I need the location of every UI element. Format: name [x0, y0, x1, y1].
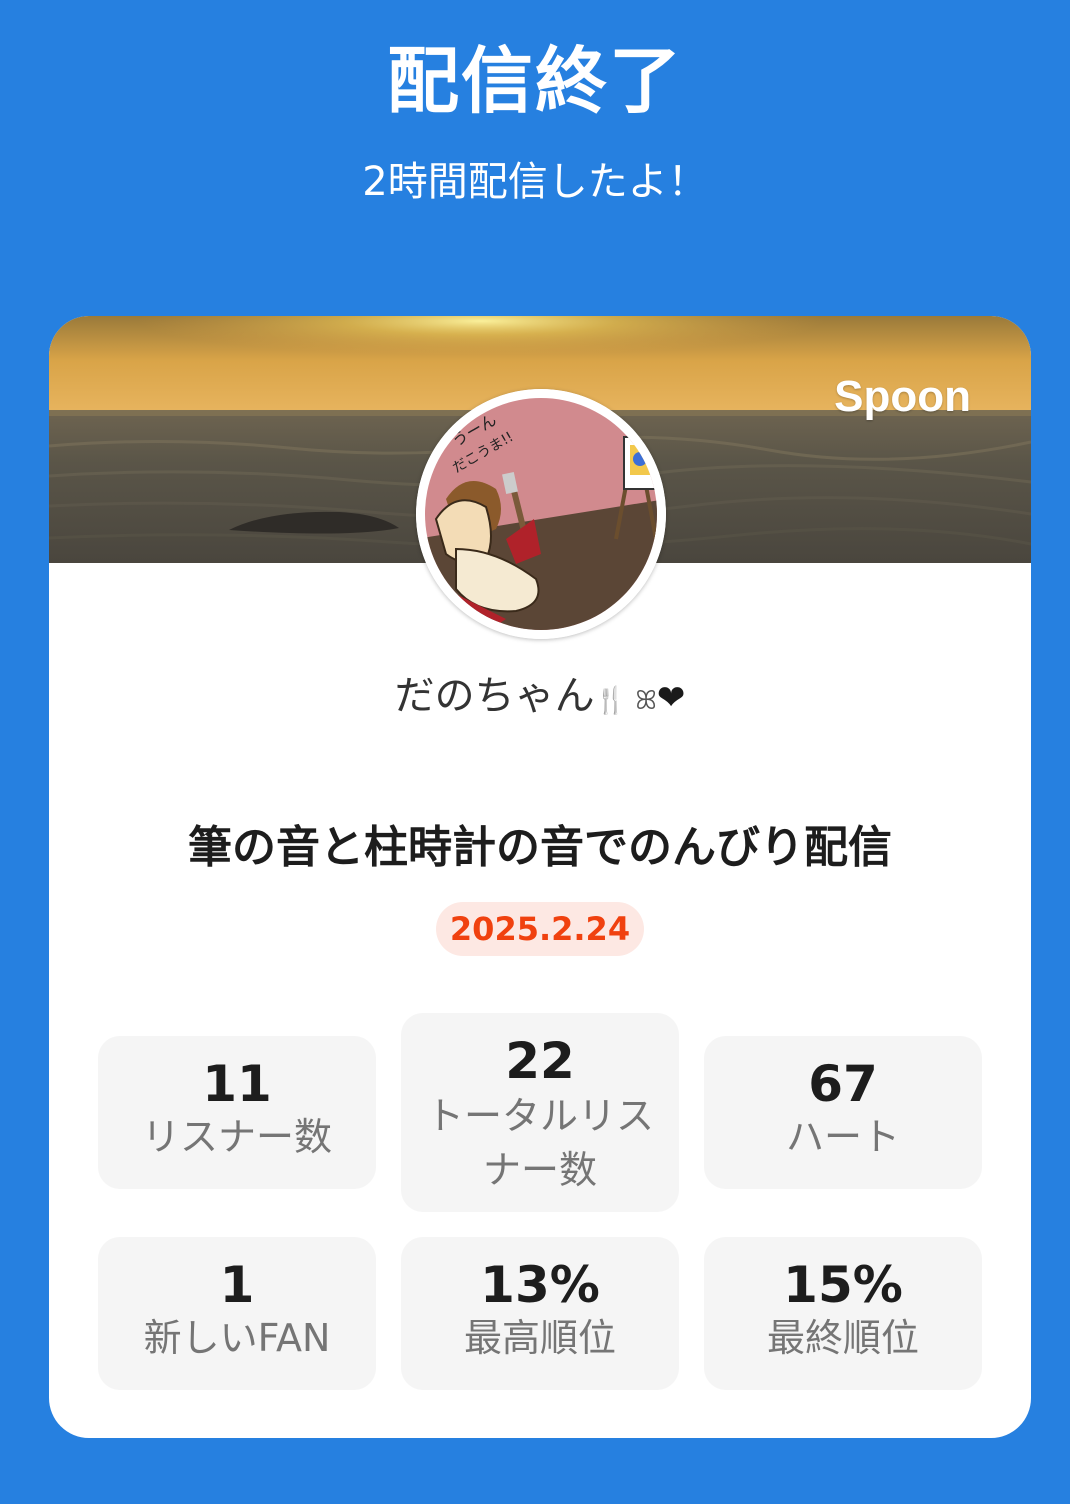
page-subtitle: 2時間配信したよ！: [362, 159, 708, 205]
page-title: 配信終了: [386, 39, 683, 123]
stat-label: リスナー数: [141, 1115, 332, 1159]
stat-label: 最高順位: [463, 1316, 616, 1360]
stat-label: ハート: [785, 1115, 900, 1159]
stat-new-fans: 1 新しいFAN: [98, 1237, 376, 1390]
stat-value: 1: [219, 1256, 255, 1314]
heart-icon: ❤: [656, 678, 686, 718]
stat-listeners: 11 リスナー数: [98, 1036, 376, 1189]
stat-final-rank: 15% 最終順位: [704, 1237, 982, 1390]
broadcast-summary-card: Spoon うーん だこうま!! だのちゃん🍴 ꕤ❤ 筆の音と柱時計の音でのんび…: [49, 316, 1031, 1438]
stat-value: 15%: [783, 1256, 903, 1314]
stat-label: 最終順位: [766, 1316, 919, 1360]
stat-label: 新しいFAN: [143, 1316, 331, 1360]
stat-value: 67: [808, 1055, 878, 1113]
stat-label: トータルリスナー数: [425, 1094, 654, 1192]
stat-total-listeners: 22 トータルリスナー数: [401, 1013, 679, 1212]
username-text: だのちゃん: [394, 673, 595, 719]
stat-best-rank: 13% 最高順位: [401, 1237, 679, 1390]
avatar[interactable]: うーん だこうま!!: [416, 389, 666, 639]
stat-hearts: 67 ハート: [704, 1036, 982, 1189]
stat-value: 11: [202, 1055, 272, 1113]
username-decoration: 🍴 ꕤ: [594, 686, 657, 716]
spoon-logo: Spoon: [834, 372, 971, 421]
stat-value: 13%: [480, 1256, 600, 1314]
date-badge: 2025.2.24: [436, 902, 644, 956]
stat-value: 22: [505, 1032, 575, 1090]
username[interactable]: だのちゃん🍴 ꕤ❤: [49, 668, 1031, 729]
broadcast-title: 筆の音と柱時計の音でのんびり配信: [188, 822, 892, 873]
